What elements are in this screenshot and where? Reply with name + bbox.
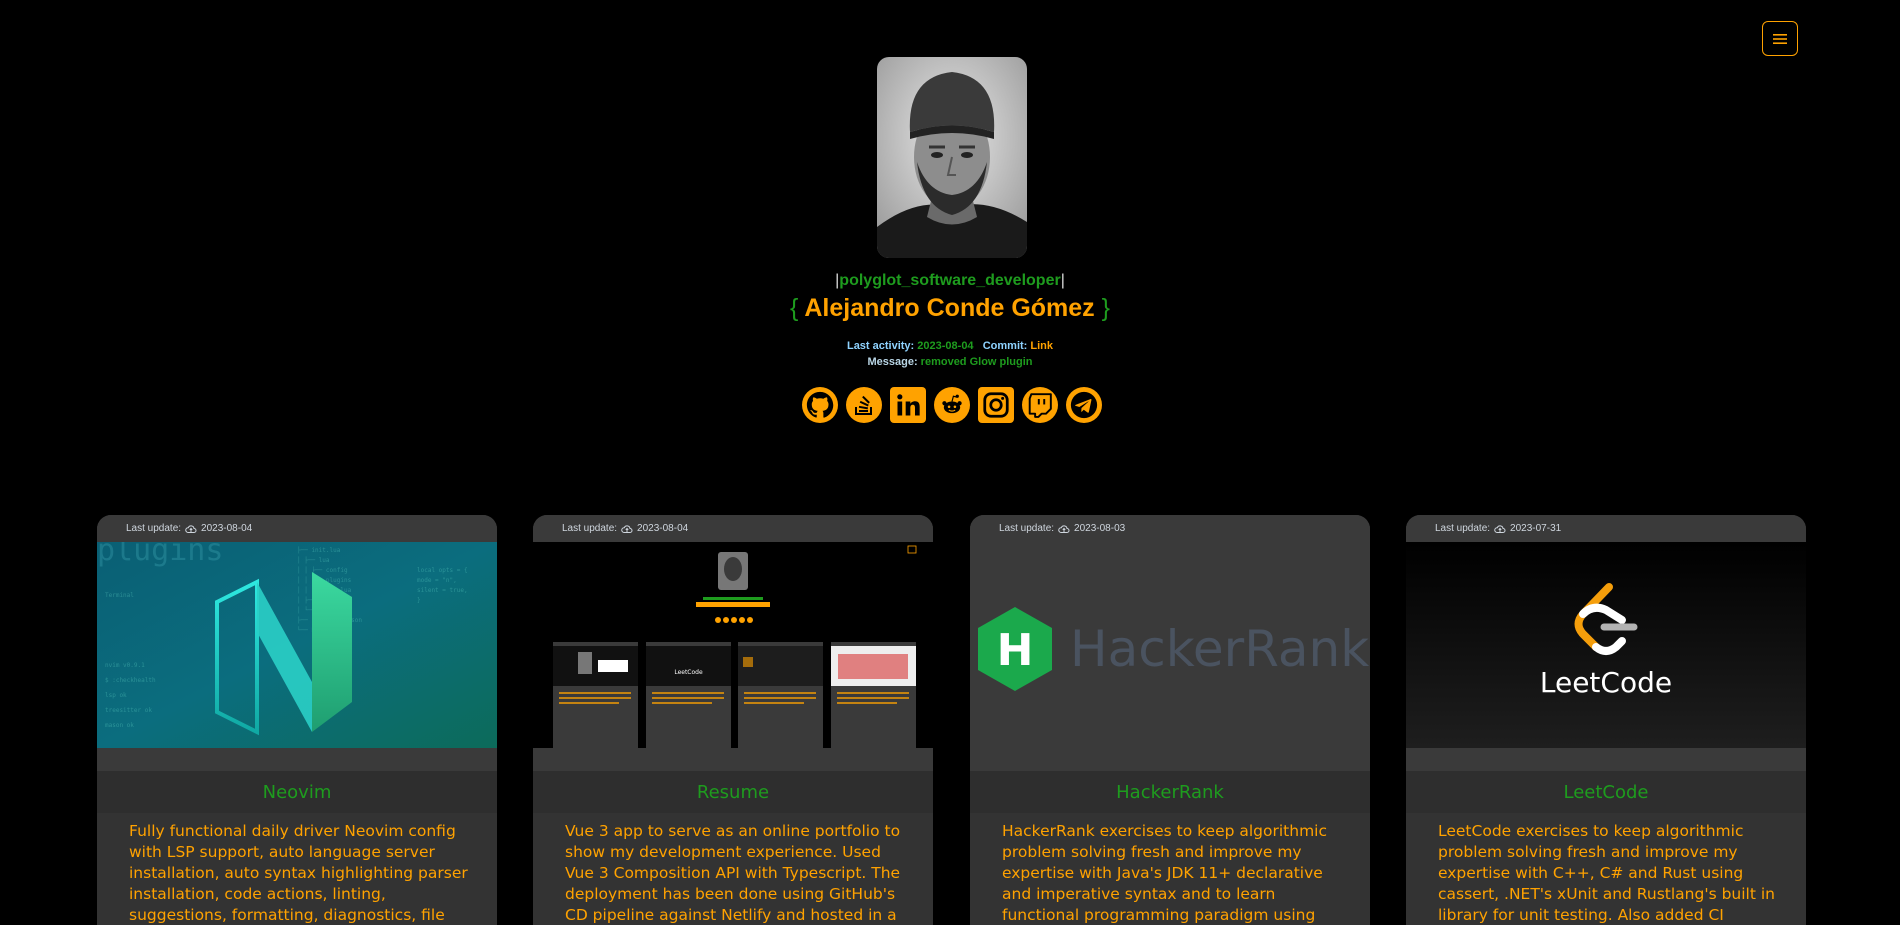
twitch-icon (1028, 393, 1052, 418)
last-update-date: 2023-08-03 (1074, 523, 1126, 534)
last-update-label: Last update: (1435, 523, 1491, 534)
card-description: Vue 3 app to serve as an online portfoli… (533, 813, 933, 925)
social-links (802, 387, 1102, 423)
stackoverflow-link[interactable] (846, 387, 882, 423)
svg-text:├── init.lua: ├── init.lua (297, 546, 341, 554)
svg-text:local opts = {: local opts = { (417, 567, 468, 574)
last-update-label: Last update: (999, 523, 1055, 534)
instagram-icon (983, 392, 1009, 418)
hackerrank-logo-text: HackerRank (1070, 620, 1369, 678)
hamburger-icon (1773, 33, 1787, 44)
card-description: LeetCode exercises to keep algorithmic p… (1406, 813, 1806, 925)
leetcode-logo-image: LeetCode (1406, 542, 1806, 748)
leetcode-logo-text: LeetCode (1540, 666, 1672, 699)
card-header: Last update: 2023-07-31 (1406, 515, 1806, 542)
message-value: removed Glow plugin (920, 356, 1033, 368)
card-description: Fully functional daily driver Neovim con… (97, 813, 497, 925)
github-link[interactable] (802, 387, 838, 423)
last-activity-value: 2023-08-04 (917, 340, 974, 352)
svg-text:}: } (417, 597, 421, 604)
brace-close: } (1101, 294, 1110, 322)
linkedin-icon (897, 394, 920, 416)
svg-text:mode = "n",: mode = "n", (417, 577, 457, 584)
svg-text:silent = true,: silent = true, (417, 587, 468, 594)
linkedin-link[interactable] (890, 387, 926, 423)
telegram-link[interactable] (1066, 387, 1102, 423)
instagram-link[interactable] (978, 387, 1014, 423)
card-title[interactable]: Neovim (97, 771, 497, 813)
card-header: Last update: 2023-08-03 (970, 515, 1370, 542)
cloud-upload-icon (1058, 524, 1070, 533)
telegram-icon (1070, 391, 1098, 419)
neovim-preview-image: ├── init.lua │ ├── lua │ │ ├── config │ … (97, 542, 497, 748)
svg-text:mason ok: mason ok (105, 722, 134, 729)
svg-text:Terminal: Terminal (105, 592, 134, 599)
last-update-date: 2023-07-31 (1510, 523, 1562, 534)
role-bar-right: | (1060, 272, 1065, 289)
github-icon (806, 391, 834, 418)
card-header: Last update: 2023-08-04 (533, 515, 933, 542)
svg-text:lsp ok: lsp ok (105, 692, 127, 699)
commit-label: Commit: (982, 340, 1028, 352)
role-tagline: |polyglot_software_developer| (0, 272, 1900, 290)
svg-text:$ :checkhealth: $ :checkhealth (105, 677, 156, 684)
author-name: Alejandro Conde Gómez (804, 294, 1095, 322)
commit-link[interactable]: Link (1030, 340, 1053, 352)
svg-text:plugins: plugins (97, 542, 223, 568)
page-title: { Alejandro Conde Gómez } (0, 294, 1900, 323)
last-update-label: Last update: (126, 523, 182, 534)
resume-preview-image: LeetCode (533, 542, 933, 748)
svg-text:│ ├── lua: │ ├── lua (297, 556, 330, 564)
project-card-leetcode[interactable]: Last update: 2023-07-31 LeetCode LeetCod… (1406, 515, 1806, 925)
twitch-link[interactable] (1022, 387, 1058, 423)
cloud-upload-icon (1494, 524, 1506, 533)
last-update-label: Last update: (562, 523, 618, 534)
svg-text:LeetCode: LeetCode (674, 669, 703, 676)
project-card-neovim[interactable]: Last update: 2023-08-04 ├── init.lua │ ├… (97, 515, 497, 925)
last-activity-label: Last activity: (846, 340, 915, 352)
menu-button[interactable] (1762, 21, 1798, 56)
card-title[interactable]: HackerRank (970, 771, 1370, 813)
reddit-icon (942, 394, 962, 414)
role-text: polyglot_software_developer (839, 272, 1061, 289)
svg-text:│ │ ├── config: │ │ ├── config (297, 566, 348, 574)
cloud-upload-icon (185, 524, 197, 533)
card-title[interactable]: LeetCode (1406, 771, 1806, 813)
svg-text:treesitter ok: treesitter ok (105, 707, 152, 714)
stackoverflow-icon (855, 395, 872, 415)
avatar (877, 57, 1027, 258)
project-card-hackerrank[interactable]: Last update: 2023-08-03 H HackerRank Hac… (970, 515, 1370, 925)
hackerrank-logo-letter: H (997, 625, 1034, 676)
reddit-link[interactable] (934, 387, 970, 423)
cloud-upload-icon (621, 524, 633, 533)
card-header: Last update: 2023-08-04 (97, 515, 497, 542)
card-title[interactable]: Resume (533, 771, 933, 813)
message-label: Message: (867, 356, 918, 368)
svg-text:nvim v0.9.1: nvim v0.9.1 (105, 662, 145, 669)
last-activity-block: Last activity: 2023-08-04 Commit: Link M… (0, 338, 1900, 370)
last-update-date: 2023-08-04 (637, 523, 689, 534)
card-description: HackerRank exercises to keep algorithmic… (970, 813, 1370, 925)
project-card-resume[interactable]: Last update: 2023-08-04 LeetCode Resume … (533, 515, 933, 925)
brace-open: { (789, 294, 799, 322)
last-update-date: 2023-08-04 (201, 523, 253, 534)
hackerrank-logo-image: H HackerRank (970, 542, 1370, 748)
